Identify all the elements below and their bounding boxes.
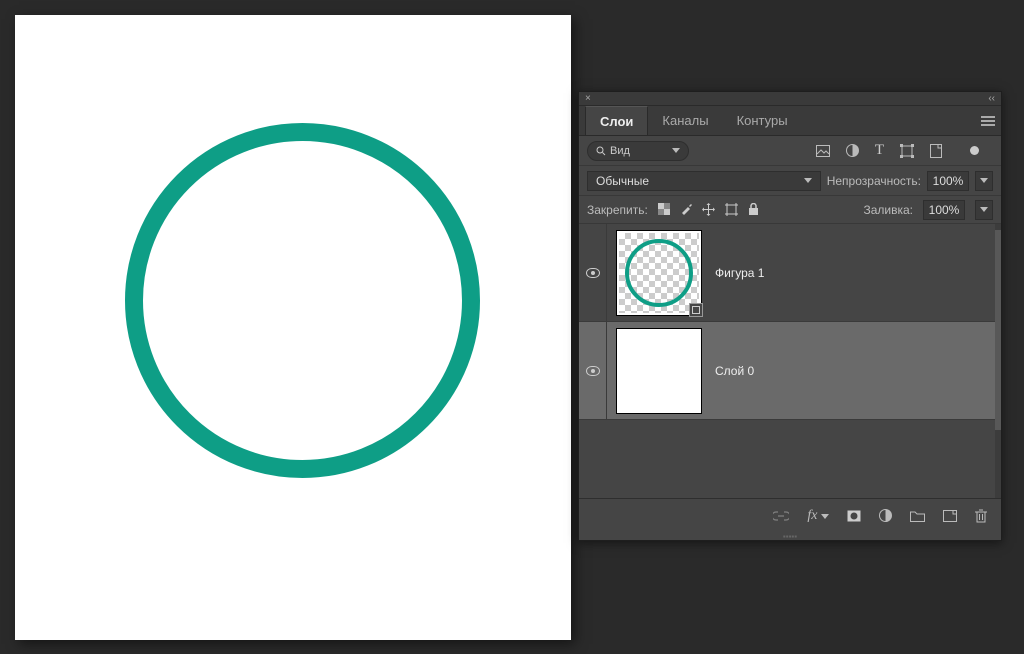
chevron-down-icon: [804, 178, 812, 183]
shape-icon[interactable]: [900, 144, 914, 158]
document-canvas[interactable]: [15, 15, 571, 640]
layers-list: Фигура 1 Слой 0: [579, 224, 1001, 498]
panel-footer: fx: [579, 498, 1001, 532]
link-icon[interactable]: [773, 511, 789, 521]
tab-channels[interactable]: Каналы: [648, 106, 722, 135]
search-label: Вид: [610, 145, 630, 157]
blend-mode-value: Обычные: [596, 174, 649, 188]
fill-value[interactable]: 100%: [923, 200, 965, 220]
panel-menu-icon[interactable]: [975, 106, 1001, 135]
new-layer-icon[interactable]: [943, 510, 957, 522]
lock-pixels-icon[interactable]: [658, 203, 670, 215]
visibility-icon[interactable]: [586, 268, 600, 278]
opacity-dropdown[interactable]: [975, 171, 993, 191]
lock-artboard-icon[interactable]: [725, 203, 738, 216]
layer-name[interactable]: Фигура 1: [715, 266, 764, 280]
layer-item-background[interactable]: Слой 0: [579, 322, 995, 420]
layers-panel: × ‹‹ Слои Каналы Контуры Вид T Обычные: [578, 91, 1002, 541]
search-icon: [596, 146, 606, 156]
layer-name[interactable]: Слой 0: [715, 364, 754, 378]
fill-label: Заливка:: [863, 203, 913, 217]
trash-icon[interactable]: [975, 509, 987, 523]
shape-circle[interactable]: [125, 123, 480, 478]
adjust-icon[interactable]: [846, 144, 859, 157]
filter-toggle[interactable]: [970, 146, 979, 155]
tab-paths[interactable]: Контуры: [723, 106, 802, 135]
tab-layers[interactable]: Слои: [585, 106, 648, 135]
fx-icon[interactable]: fx: [807, 508, 829, 524]
lock-label: Закрепить:: [587, 203, 648, 217]
panel-resize-grip[interactable]: ▪▪▪▪▪: [579, 532, 1001, 540]
lock-move-icon[interactable]: [702, 203, 715, 216]
opacity-label: Непрозрачность:: [827, 174, 921, 188]
group-icon[interactable]: [910, 510, 925, 522]
collapse-icon[interactable]: ‹‹: [988, 93, 995, 104]
blend-mode-select[interactable]: Обычные: [587, 171, 821, 191]
chevron-down-icon: [980, 207, 988, 212]
lock-row: Закрепить: Заливка: 100%: [579, 196, 1001, 224]
chevron-down-icon: [980, 178, 988, 183]
lock-brush-icon[interactable]: [680, 203, 692, 215]
lock-all-icon[interactable]: [748, 203, 759, 216]
panel-title-bar: × ‹‹: [579, 92, 1001, 106]
layer-thumbnail[interactable]: [617, 329, 701, 413]
opacity-value[interactable]: 100%: [927, 171, 969, 191]
layer-item-shape[interactable]: Фигура 1: [579, 224, 995, 322]
adjustment-icon[interactable]: [879, 509, 892, 522]
blend-row: Обычные Непрозрачность: 100%: [579, 166, 1001, 196]
type-icon[interactable]: T: [875, 142, 884, 159]
fill-dropdown[interactable]: [975, 200, 993, 220]
image-icon[interactable]: [816, 145, 830, 157]
chevron-down-icon: [672, 148, 680, 153]
layer-search[interactable]: Вид: [587, 141, 689, 161]
mask-icon[interactable]: [847, 510, 861, 522]
visibility-icon[interactable]: [586, 366, 600, 376]
smart-icon[interactable]: [930, 144, 942, 158]
layers-scrollbar[interactable]: [995, 224, 1001, 498]
shape-indicator-icon: [689, 303, 703, 317]
panel-tab-row: Слои Каналы Контуры: [579, 106, 1001, 136]
close-icon[interactable]: ×: [585, 94, 591, 104]
filter-row: Вид T: [579, 136, 1001, 166]
